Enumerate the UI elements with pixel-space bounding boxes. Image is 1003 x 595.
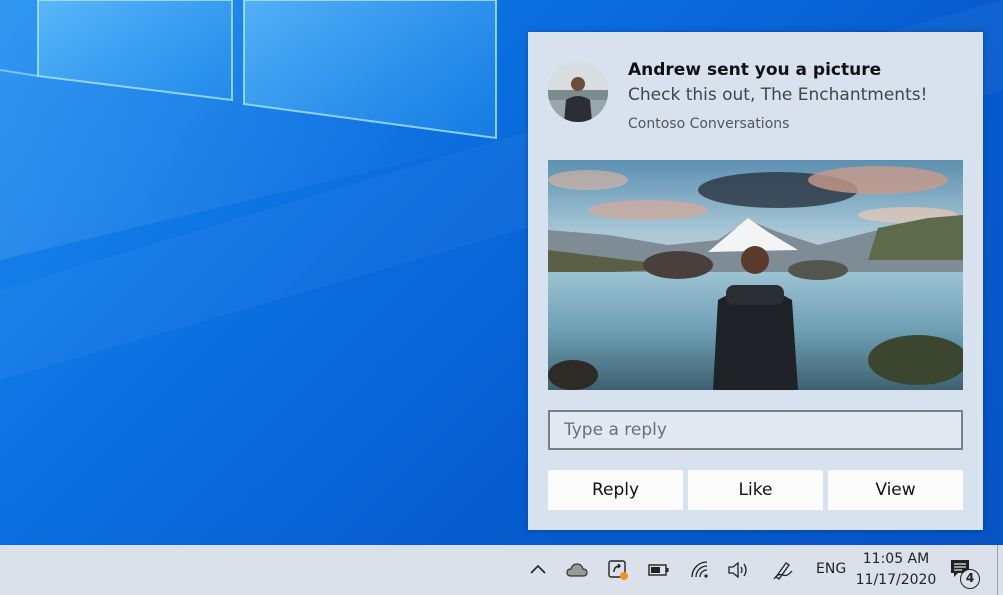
battery-icon[interactable] — [648, 559, 670, 581]
wifi-icon[interactable] — [689, 559, 711, 581]
pen-workspace-icon[interactable] — [772, 559, 794, 581]
reply-button[interactable]: Reply — [548, 470, 683, 510]
clock-time: 11:05 AM — [862, 551, 930, 567]
hero-image — [548, 160, 963, 390]
volume-icon[interactable] — [727, 559, 749, 581]
like-button[interactable]: Like — [688, 470, 823, 510]
clock[interactable]: 11:05 AM 11/17/2020 — [852, 549, 940, 591]
toast-title: Andrew sent you a picture — [628, 60, 882, 80]
reply-input[interactable] — [548, 410, 963, 450]
language-indicator[interactable]: ENG — [816, 561, 846, 577]
notification-toast[interactable]: Andrew sent you a picture Check this out… — [528, 32, 983, 530]
app-update-icon[interactable] — [607, 559, 629, 581]
toast-attribution: Contoso Conversations — [628, 116, 790, 132]
sender-avatar — [548, 62, 608, 122]
onedrive-cloud-icon[interactable] — [566, 559, 588, 581]
chevron-up-icon[interactable] — [527, 559, 549, 581]
toast-body: Check this out, The Enchantments! — [628, 85, 928, 105]
action-center-button[interactable]: 4 — [948, 557, 984, 589]
notification-count-badge: 4 — [960, 569, 980, 589]
view-button[interactable]: View — [828, 470, 963, 510]
taskbar: ENG 11:05 AM 11/17/2020 4 — [0, 545, 1003, 595]
clock-date: 11/17/2020 — [855, 572, 937, 588]
show-desktop-button[interactable] — [997, 545, 998, 595]
